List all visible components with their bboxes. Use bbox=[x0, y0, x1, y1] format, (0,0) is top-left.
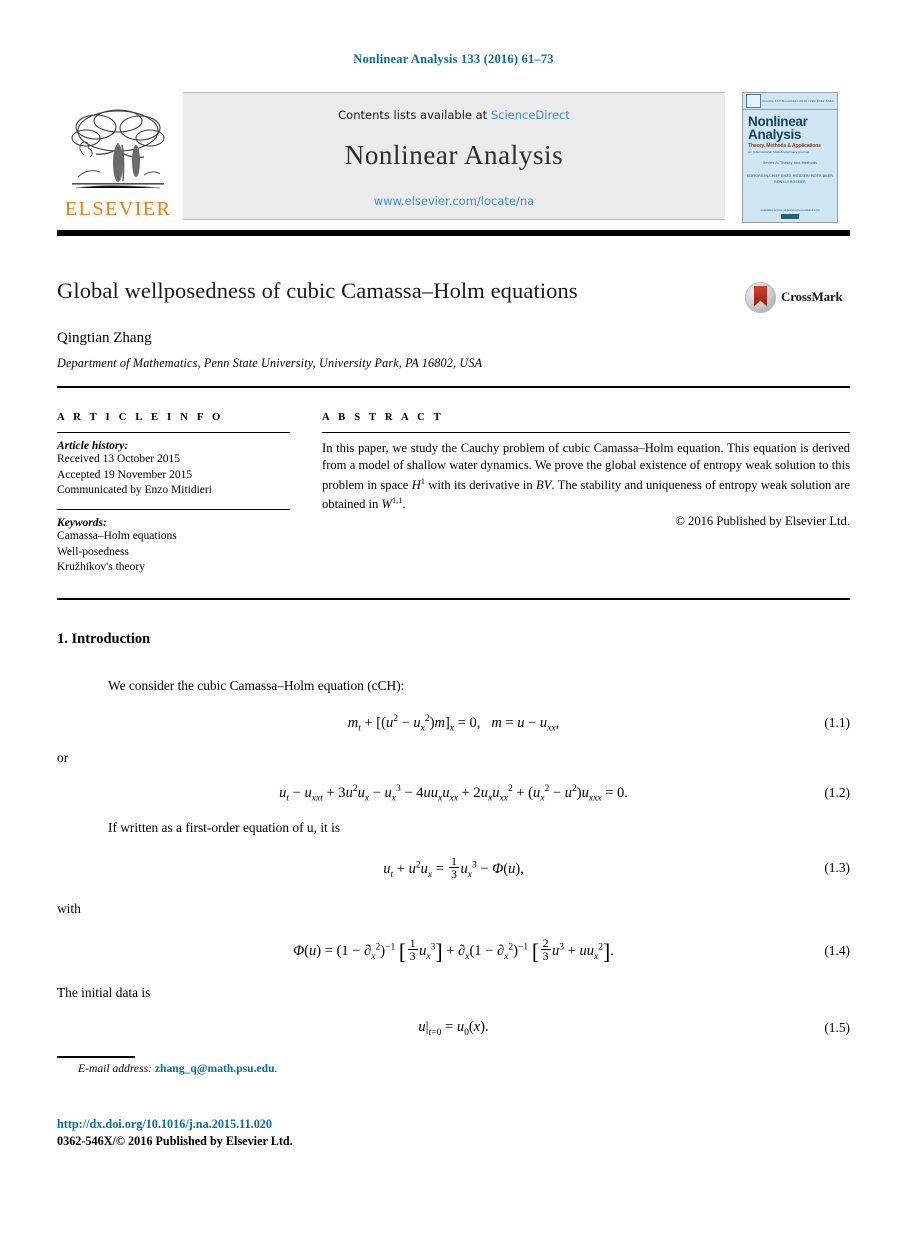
masthead-divider bbox=[57, 230, 850, 236]
footnote-email: E-mail address: zhang_q@math.psu.edu. bbox=[78, 1062, 277, 1075]
paragraph-intro-3: The initial data is bbox=[57, 985, 151, 1000]
abstract-column: A B S T R A C T In this paper, we study … bbox=[322, 412, 850, 529]
abstract-rule bbox=[322, 432, 850, 434]
contents-prefix: Contents lists available at bbox=[338, 108, 491, 122]
journal-cover-thumbnail: Volume 133 November 2016 ISSN 0362-546X … bbox=[742, 92, 838, 223]
article-history-received: Received 13 October 2015 bbox=[57, 453, 180, 466]
page-title: Global wellposedness of cubic Camassa–Ho… bbox=[57, 278, 578, 303]
email-period: . bbox=[274, 1062, 278, 1075]
cover-subtitle-2: An International Multidisciplinary Journ… bbox=[748, 150, 809, 154]
section-heading-introduction: 1. Introduction bbox=[57, 631, 151, 647]
abstract-copyright: © 2016 Published by Elsevier Ltd. bbox=[675, 514, 850, 529]
email-link[interactable]: zhang_q@math.psu.edu bbox=[155, 1062, 275, 1075]
journal-masthead: ELSEVIER Contents lists available at Sci… bbox=[57, 92, 850, 225]
equation-1-4: Φ(u) = (1 − ∂x2)−1 [1 3 ux3] + ∂x(1 − ∂x2)… bbox=[57, 937, 850, 965]
paragraph-or: or bbox=[57, 750, 69, 765]
abstract-math-w-sup: 1,1 bbox=[391, 496, 403, 506]
abstract-heading: A B S T R A C T bbox=[322, 412, 444, 423]
equation-1-3-number: (1.3) bbox=[824, 859, 850, 875]
crossmark-label: CrossMark bbox=[781, 289, 843, 304]
crossmark-icon bbox=[745, 281, 776, 313]
cover-editors: EDITORS-IN-CHIEF ENZO MITIDIERI PIOTR BI… bbox=[747, 174, 833, 184]
issn-copyright-line: 0362-546X/© 2016 Published by Elsevier L… bbox=[57, 1134, 293, 1148]
elsevier-tree-icon bbox=[71, 109, 165, 189]
paragraph-intro-2: If written as a first-order equation of … bbox=[108, 820, 341, 835]
cover-date: November 2016 bbox=[782, 99, 808, 103]
equation-1-2-body: ut − uxxt + 3u2ux − ux3 − 4uuxuxx + 2uxu… bbox=[279, 783, 628, 804]
equation-1-4-body: Φ(u) = (1 − ∂x2)−1 [1 3 ux3] + ∂x(1 − ∂x2)… bbox=[293, 936, 614, 965]
running-head: Nonlinear Analysis 133 (2016) 61–73 bbox=[353, 52, 554, 66]
cover-footer-text: Available online at www.sciencedirect.co… bbox=[760, 208, 820, 212]
cover-volume: Volume 133 bbox=[762, 99, 781, 103]
journal-title: Nonlinear Analysis bbox=[344, 140, 564, 170]
abstract-divider bbox=[57, 598, 850, 600]
cover-title: Nonlinear Analysis bbox=[748, 114, 808, 142]
equation-1-3-body: ut + u2ux = 1 3 ux3 − Φ(u), bbox=[383, 854, 524, 882]
article-history-communicated: Communicated by Enzo Mitidieri bbox=[57, 483, 212, 496]
equation-1-5: u|t=0 = u0(x). (1.5) bbox=[57, 1019, 850, 1038]
equation-1-2-number: (1.2) bbox=[824, 785, 850, 801]
cover-elsevier-mark bbox=[746, 94, 761, 108]
abstract-part-2: with its derivative in bbox=[424, 477, 537, 492]
paragraph-intro-1: We consider the cubic Camassa–Holm equat… bbox=[108, 678, 405, 693]
article-info-column: A R T I C L E I N F O Article history: R… bbox=[57, 412, 290, 575]
equation-1-1: mt + [(u2 − ux2)m]x = 0, m = u − uxx, (1… bbox=[57, 713, 850, 734]
keyword-item: Kružhikov's theory bbox=[57, 560, 145, 573]
paper-page: Nonlinear Analysis 133 (2016) 61–73 ELSE… bbox=[0, 0, 907, 1238]
info-rule-mid bbox=[57, 509, 290, 511]
abstract-math-bv: BV bbox=[536, 477, 552, 492]
keyword-item: Well-posedness bbox=[57, 545, 129, 558]
cover-subtitle: Theory, Methods & Applications bbox=[748, 143, 821, 149]
title-divider bbox=[57, 386, 850, 388]
cover-topbar: Volume 133 November 2016 ISSN 0362-546X bbox=[743, 93, 837, 110]
article-history-accepted: Accepted 19 November 2015 bbox=[57, 468, 193, 481]
elsevier-logo: ELSEVIER bbox=[57, 92, 179, 225]
keywords-label: Keywords: bbox=[57, 517, 107, 530]
cover-issn: ISSN 0362-546X bbox=[808, 99, 834, 103]
elsevier-wordmark: ELSEVIER bbox=[64, 198, 172, 220]
equation-1-3: ut + u2ux = 1 3 ux3 − Φ(u), (1.3) bbox=[57, 855, 850, 881]
info-rule-top bbox=[57, 432, 290, 434]
equation-1-4-number: (1.4) bbox=[824, 943, 850, 959]
journal-banner: Contents lists available at ScienceDirec… bbox=[183, 92, 725, 220]
doi-link[interactable]: http://dx.doi.org/10.1016/j.na.2015.11.0… bbox=[57, 1117, 272, 1132]
abstract-math-h: H bbox=[411, 477, 421, 492]
equation-1-5-body: u|t=0 = u0(x). bbox=[418, 1019, 489, 1038]
email-label: E-mail address: bbox=[78, 1062, 152, 1075]
crossmark-badge[interactable]: CrossMark bbox=[745, 280, 847, 314]
equation-1-2: ut − uxxt + 3u2ux − ux3 − 4uuxuxx + 2uxu… bbox=[57, 783, 850, 804]
equation-1-1-body: mt + [(u2 − ux2)m]x = 0, m = u − uxx, bbox=[347, 713, 560, 734]
journal-homepage-link[interactable]: www.elsevier.com/locate/na bbox=[183, 194, 725, 208]
equation-1-1-number: (1.1) bbox=[824, 715, 850, 731]
cover-footer-logo bbox=[781, 214, 799, 219]
paragraph-with: with bbox=[57, 901, 81, 916]
author-affiliation: Department of Mathematics, Penn State Un… bbox=[57, 356, 483, 370]
article-history-label: Article history: bbox=[57, 440, 129, 453]
keyword-item: Camassa–Holm equations bbox=[57, 530, 177, 543]
author-name: Qingtian Zhang bbox=[57, 330, 152, 346]
sciencedirect-link[interactable]: ScienceDirect bbox=[491, 108, 570, 122]
abstract-part-4: . bbox=[402, 497, 406, 512]
contents-line: Contents lists available at ScienceDirec… bbox=[183, 108, 725, 122]
abstract-text: In this paper, we study the Cauchy probl… bbox=[322, 440, 850, 513]
cover-series: Series A: Theory and Methods bbox=[763, 161, 817, 165]
equation-1-5-number: (1.5) bbox=[824, 1020, 850, 1036]
article-info-heading: A R T I C L E I N F O bbox=[57, 412, 224, 423]
abstract-math-w: W bbox=[381, 497, 392, 512]
footnote-rule bbox=[57, 1056, 135, 1058]
